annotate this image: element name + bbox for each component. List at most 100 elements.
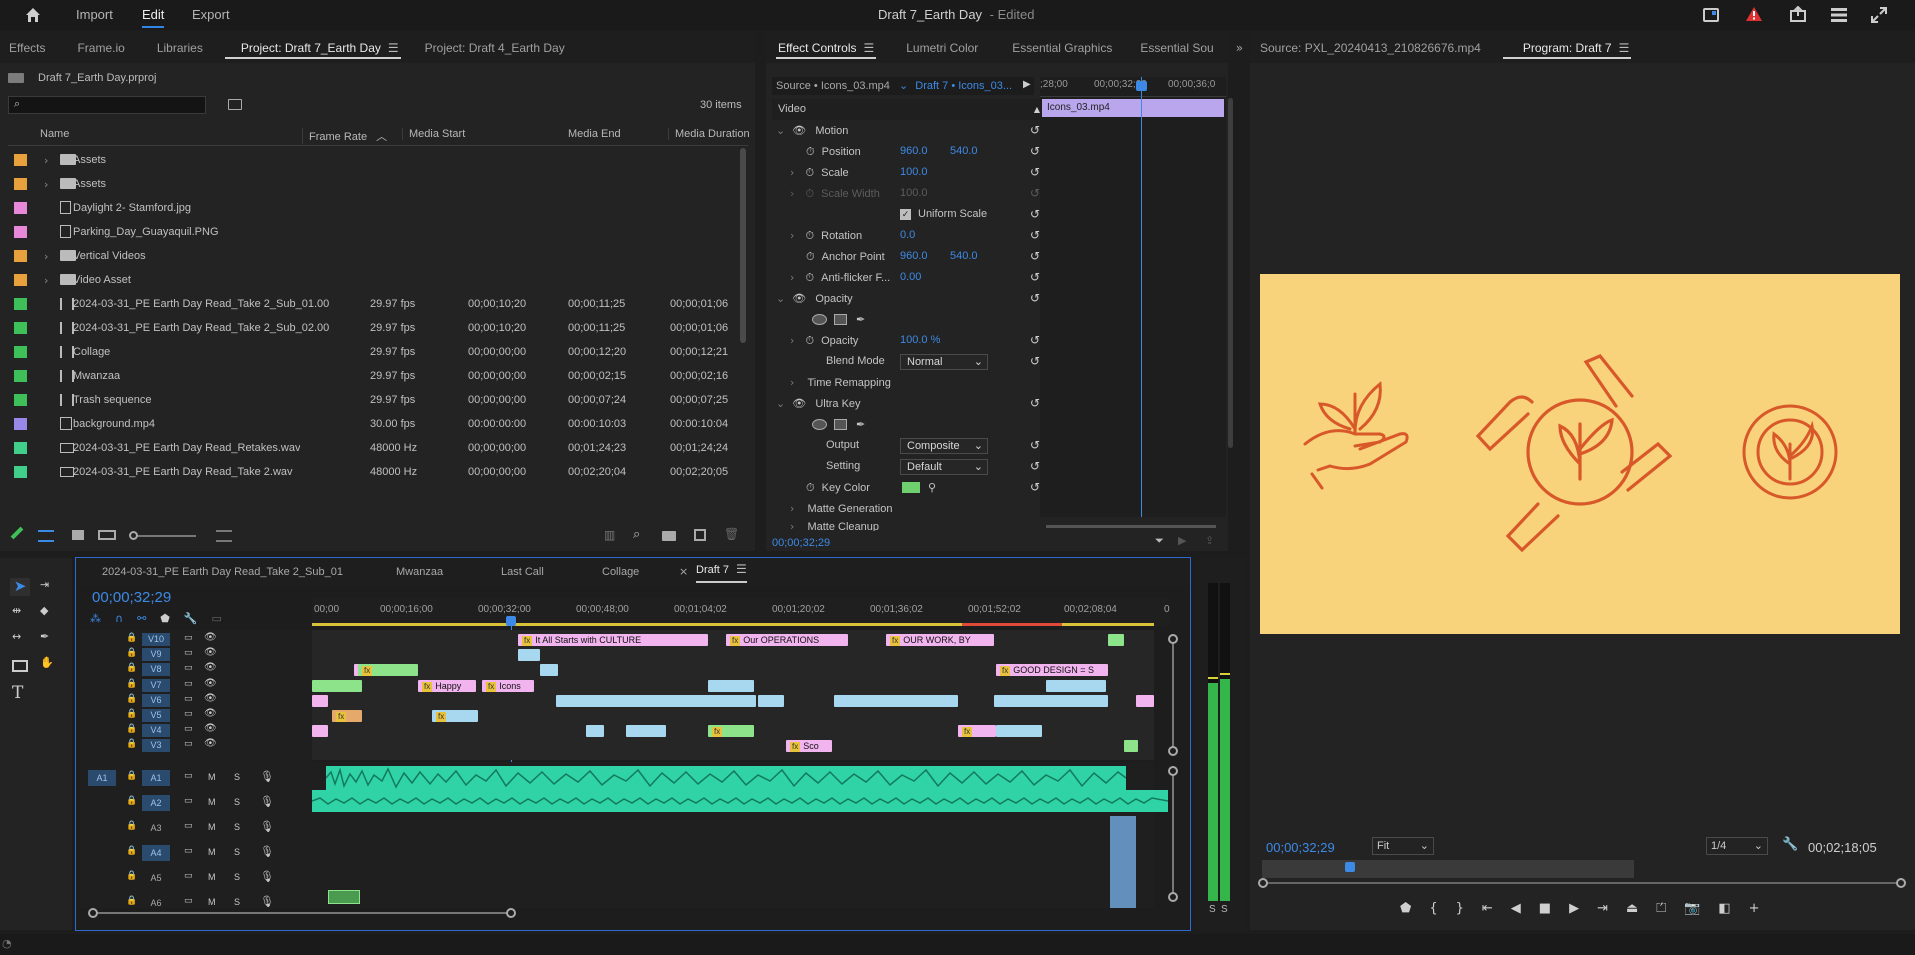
mute-button[interactable]: M — [208, 847, 216, 857]
reset-icon[interactable]: ↺ — [1030, 204, 1040, 225]
video-clip[interactable]: fx — [358, 664, 418, 677]
zoom-handle-right[interactable] — [1896, 878, 1906, 888]
go-to-out-icon[interactable]: ⇥ — [1597, 901, 1608, 921]
tab-sequence-collage[interactable]: Collage — [602, 558, 639, 586]
add-marker-icon[interactable]: ⬟ — [160, 612, 170, 628]
label-color-swatch[interactable] — [14, 370, 27, 382]
track-target[interactable]: V8 — [142, 663, 170, 677]
video-clip[interactable] — [996, 725, 1042, 738]
label-color-swatch[interactable] — [14, 226, 27, 238]
eye-icon[interactable]: 👁 — [204, 647, 217, 658]
lock-icon[interactable]: 🔒 — [126, 633, 137, 643]
reset-icon[interactable]: ↺ — [1030, 330, 1040, 351]
solo-button[interactable]: S — [234, 897, 240, 907]
program-frame[interactable] — [1260, 274, 1900, 634]
microphone-icon[interactable]: 🎙 — [260, 870, 274, 883]
filter-icon[interactable]: ⏷ — [1155, 534, 1164, 548]
mute-button[interactable]: M — [208, 772, 216, 782]
column-frame-rate[interactable]: Frame Rate ︿ — [302, 128, 402, 144]
project-item[interactable]: 2024-03-31_PE Earth Day Read_Retakes.wav… — [8, 436, 738, 460]
lock-icon[interactable]: 🔒 — [126, 709, 137, 719]
expand-icon[interactable]: › — [790, 166, 794, 179]
video-clip[interactable]: fx — [708, 725, 754, 738]
audio-track-header[interactable]: 🔒 A6 ▭ M S 🎙 — [80, 893, 312, 913]
alert-icon[interactable] — [1745, 6, 1763, 25]
new-item-icon[interactable] — [694, 529, 706, 541]
a-scroll-handle-top[interactable] — [1168, 766, 1178, 776]
label-color-swatch[interactable] — [14, 418, 27, 430]
mute-button[interactable]: M — [208, 797, 216, 807]
stopwatch-icon[interactable]: ⏱ — [806, 145, 815, 158]
new-bin-icon[interactable] — [662, 531, 676, 541]
time-remapping-row[interactable]: › Time Remapping — [772, 372, 1040, 393]
column-name[interactable]: Name — [40, 128, 69, 140]
track-target[interactable]: A6 — [142, 895, 170, 911]
ellipse-mask-icon[interactable] — [812, 314, 827, 325]
list-view-icon[interactable] — [38, 530, 54, 542]
lift-icon[interactable]: ⏏ — [1626, 901, 1638, 921]
collapse-icon[interactable]: ⌄ — [776, 397, 785, 410]
reset-icon[interactable]: ↺ — [1030, 246, 1040, 267]
linked-selection-icon[interactable]: ⚯ — [137, 612, 146, 628]
track-select-tool-icon[interactable]: ⇥ — [40, 578, 49, 591]
project-item[interactable]: Mwanzaa 29.97 fps 00;00;00;00 00;00;02;15 00… — [8, 364, 738, 388]
reset-icon[interactable]: ↺ — [1030, 120, 1040, 141]
project-item[interactable]: 2024-03-31_PE Earth Day Read_Take 2.wav 4… — [8, 460, 738, 484]
rectangle-mask-icon[interactable] — [834, 314, 847, 325]
tab-effects[interactable]: Effects — [0, 33, 57, 63]
project-scrollbar[interactable] — [740, 148, 746, 343]
audio-track-header[interactable]: 🔒 A3 ▭ M S 🎙 — [80, 818, 312, 838]
lock-icon[interactable]: 🔒 — [126, 739, 137, 749]
ec-timecode[interactable]: 00;00;32;29 — [772, 537, 830, 549]
eye-icon[interactable]: 👁 — [792, 124, 806, 137]
track-target[interactable]: V9 — [142, 648, 170, 662]
audio-clip-a6[interactable] — [328, 890, 360, 904]
program-zoom-bar[interactable] — [1258, 878, 1906, 888]
video-clip[interactable]: fx Happy — [418, 679, 476, 692]
reset-icon[interactable]: ↺ — [1030, 225, 1040, 246]
sync-lock-icon[interactable]: ▭ — [184, 709, 193, 719]
ellipse-mask-icon[interactable] — [812, 419, 827, 430]
column-media-end[interactable]: Media End — [568, 128, 621, 140]
scale-value[interactable]: 100.0 — [900, 162, 928, 183]
ec-sequence-label[interactable]: Draft 7 • Icons_03... — [915, 80, 1012, 92]
scroll-handle-right[interactable] — [506, 908, 516, 918]
solo-button[interactable]: S — [234, 872, 240, 882]
panel-menu-icon[interactable]: ☰ — [736, 558, 747, 580]
stopwatch-icon[interactable]: ⏱ — [805, 334, 814, 347]
source-patch[interactable]: A1 — [88, 770, 116, 786]
uniform-scale-checkbox[interactable]: ✓ — [900, 209, 911, 220]
reset-icon[interactable]: ↺ — [1030, 393, 1040, 414]
audio-track-header[interactable]: 🔒 A5 ▭ M S 🎙 — [80, 868, 312, 888]
timeline-settings-icon[interactable]: 🔧 — [184, 612, 198, 628]
eye-icon[interactable]: 👁 — [792, 397, 806, 410]
video-clip[interactable] — [758, 694, 784, 707]
lock-icon[interactable]: 🔒 — [126, 694, 137, 704]
expand-icon[interactable]: › — [790, 502, 794, 515]
video-track-header[interactable]: 🔒 V3 ▭ 👁 — [80, 738, 312, 753]
find-icon[interactable]: ⌕ — [633, 527, 640, 542]
panel-menu-icon[interactable]: ☰ — [388, 33, 399, 63]
menu-import[interactable]: Import — [76, 0, 113, 30]
eye-icon[interactable]: 👁 — [204, 738, 217, 749]
expand-icon[interactable]: › — [790, 520, 794, 531]
track-target[interactable]: V3 — [142, 739, 170, 753]
track-target[interactable]: A2 — [142, 795, 170, 811]
zoom-slider-handle[interactable] — [129, 531, 138, 540]
tab-sequence-mwanzaa[interactable]: Mwanzaa — [396, 558, 443, 586]
lock-icon[interactable]: 🔒 — [126, 896, 137, 906]
ripple-edit-tool-icon[interactable]: ⇹ — [12, 604, 21, 617]
label-color-swatch[interactable] — [14, 322, 27, 334]
sync-lock-icon[interactable]: ▭ — [184, 871, 193, 881]
sync-lock-icon[interactable]: ▭ — [184, 796, 193, 806]
expand-icon[interactable]: › — [790, 271, 794, 284]
video-clip[interactable] — [1108, 634, 1124, 646]
type-tool-icon[interactable]: T — [12, 683, 23, 703]
nest-icon[interactable]: ⁂ — [90, 612, 101, 628]
lock-icon[interactable]: 🔒 — [126, 846, 137, 856]
track-target[interactable]: V7 — [142, 678, 170, 692]
microphone-icon[interactable]: 🎙 — [260, 845, 274, 858]
new-bin-from-search-icon[interactable] — [228, 99, 242, 110]
a-scroll-handle-bottom[interactable] — [1168, 892, 1178, 902]
reset-icon[interactable]: ↺ — [1030, 435, 1040, 456]
